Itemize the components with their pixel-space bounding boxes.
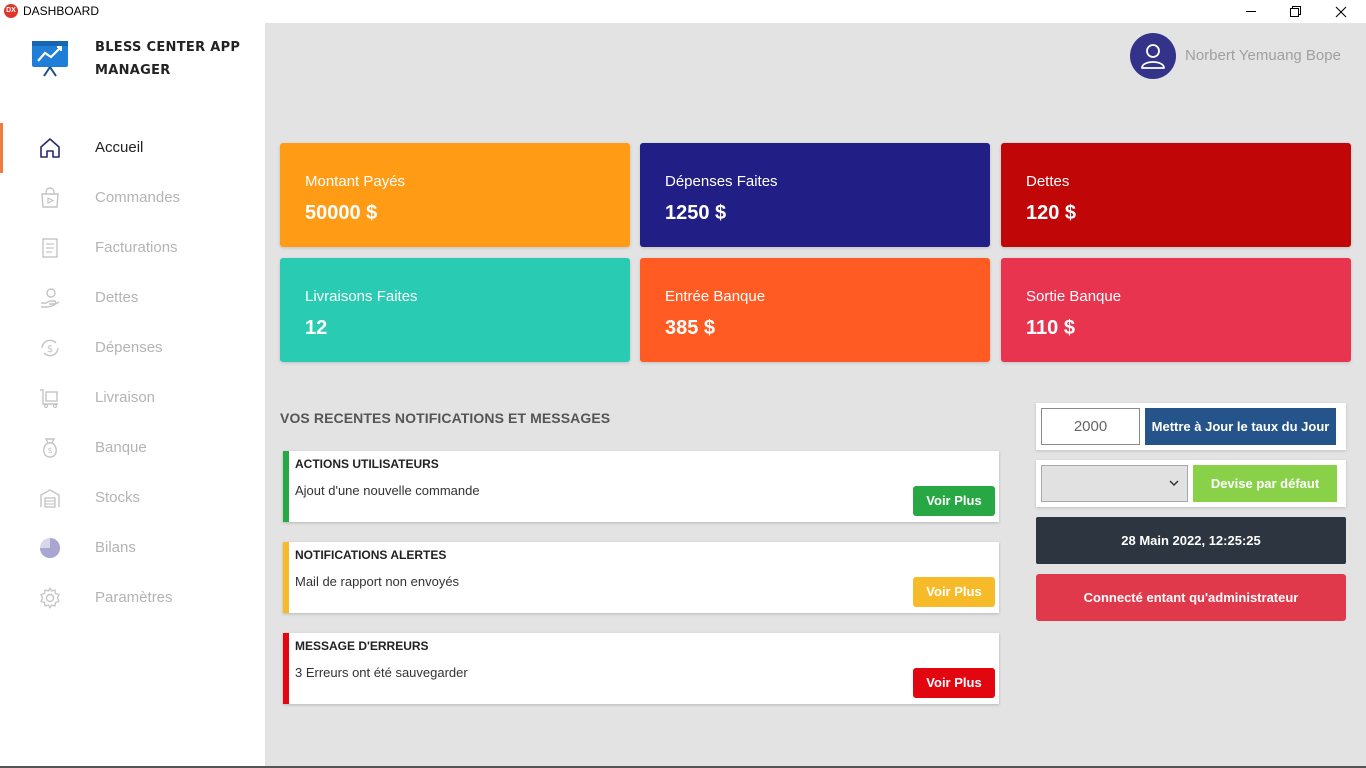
datetime-display: 28 Main 2022, 12:25:25 [1036, 517, 1346, 564]
svg-text:$: $ [47, 446, 52, 455]
user-icon [1141, 44, 1165, 69]
notification-title: MESSAGE D'ERREURS [295, 639, 429, 653]
notification-card-alertes: NOTIFICATIONS ALERTES Mail de rapport no… [283, 542, 999, 613]
stat-card-dettes[interactable]: Dettes 120 $ [1001, 143, 1351, 247]
stat-card-label: Montant Payés [305, 173, 406, 190]
bank-bag-icon: $ [38, 436, 62, 460]
voir-plus-button[interactable]: Voir Plus [913, 668, 995, 698]
currency-select[interactable] [1041, 465, 1188, 502]
sidebar-item-label: Banque [95, 439, 147, 456]
stat-card-label: Livraisons Faites [305, 288, 418, 305]
sidebar-item-accueil[interactable]: Accueil [0, 123, 265, 173]
hand-money-icon [38, 286, 62, 310]
stat-card-label: Dettes [1026, 173, 1070, 190]
notification-title: NOTIFICATIONS ALERTES [295, 548, 447, 562]
sidebar-item-depenses[interactable]: $ Dépenses [0, 323, 265, 373]
notification-card-actions: ACTIONS UTILISATEURS Ajout d'une nouvell… [283, 451, 999, 522]
sidebar-item-stocks[interactable]: Stocks [0, 473, 265, 523]
notifications-section-title: VOS RECENTES NOTIFICATIONS ET MESSAGES [280, 410, 611, 426]
sidebar-item-bilans[interactable]: Bilans [0, 523, 265, 573]
sidebar: BLESS CENTER APP MANAGER Accueil Command… [0, 23, 265, 768]
notification-color-bar [283, 633, 289, 704]
delivery-cart-icon [38, 386, 62, 410]
chart-board-icon [30, 38, 70, 78]
notification-title: ACTIONS UTILISATEURS [295, 457, 439, 471]
sidebar-item-facturations[interactable]: Facturations [0, 223, 265, 273]
stat-card-label: Sortie Banque [1026, 288, 1122, 305]
stat-card-value: 120 $ [1026, 202, 1077, 224]
close-icon[interactable] [1318, 0, 1364, 23]
home-icon [38, 136, 62, 160]
avatar[interactable] [1130, 33, 1176, 79]
default-currency-button[interactable]: Devise par défaut [1193, 465, 1337, 502]
chevron-down-icon [1169, 480, 1179, 487]
gear-icon [38, 586, 62, 610]
stat-card-value: 385 $ [665, 317, 716, 339]
sidebar-item-parametres[interactable]: Paramètres [0, 573, 265, 623]
notification-color-bar [283, 451, 289, 522]
sidebar-item-label: Stocks [95, 489, 141, 506]
update-rate-button[interactable]: Mettre à Jour le taux du Jour [1145, 408, 1336, 445]
stat-card-label: Entrée Banque [665, 288, 766, 305]
stat-card-label: Dépenses Faites [665, 173, 778, 190]
dollar-cycle-icon: $ [38, 336, 62, 360]
role-status-badge: Connecté entant qu'administrateur [1036, 574, 1346, 621]
sidebar-item-label: Dettes [95, 289, 139, 306]
notification-text: 3 Erreurs ont été sauvegarder [295, 665, 468, 680]
voir-plus-button[interactable]: Voir Plus [913, 486, 995, 516]
stat-card-sortie-banque[interactable]: Sortie Banque 110 $ [1001, 258, 1351, 362]
stat-card-montant-payes[interactable]: Montant Payés 50000 $ [280, 143, 630, 247]
app-logo-icon: DX [4, 4, 18, 18]
brand-name: BLESS CENTER APP MANAGER [95, 40, 241, 78]
notification-text: Mail de rapport non envoyés [295, 574, 460, 589]
notification-text: Ajout d'une nouvelle commande [295, 483, 480, 498]
exchange-rate-panel: Mettre à Jour le taux du Jour [1036, 403, 1346, 450]
stat-card-value: 50000 $ [305, 202, 378, 224]
exchange-rate-input[interactable] [1041, 408, 1140, 445]
svg-text:$: $ [47, 344, 53, 355]
stat-card-value: 1250 $ [665, 202, 727, 224]
user-name: Norbert Yemuang Bope [1185, 47, 1341, 64]
voir-plus-button[interactable]: Voir Plus [913, 577, 995, 607]
sidebar-item-label: Accueil [95, 139, 144, 156]
sidebar-item-label: Commandes [95, 189, 181, 206]
stat-card-entree-banque[interactable]: Entrée Banque 385 $ [640, 258, 990, 362]
sidebar-item-label: Dépenses [95, 339, 163, 356]
stat-card-value: 110 $ [1026, 317, 1075, 339]
pie-chart-icon [38, 536, 62, 560]
warehouse-icon [38, 486, 62, 510]
sidebar-item-banque[interactable]: $ Banque [0, 423, 265, 473]
stat-card-value: 12 [305, 317, 328, 339]
minimize-icon[interactable] [1228, 0, 1274, 23]
shopping-bag-icon [38, 186, 62, 210]
stat-card-depenses-faites[interactable]: Dépenses Faites 1250 $ [640, 143, 990, 247]
invoice-icon [38, 236, 62, 260]
sidebar-item-dettes[interactable]: Dettes [0, 273, 265, 323]
restore-icon[interactable] [1272, 0, 1318, 23]
window-titlebar: DX DASHBOARD [0, 0, 1366, 23]
notification-color-bar [283, 542, 289, 613]
sidebar-item-label: Bilans [95, 539, 136, 556]
sidebar-item-livraison[interactable]: Livraison [0, 373, 265, 423]
currency-panel: Devise par défaut [1036, 460, 1346, 507]
window-title: DASHBOARD [23, 4, 100, 18]
sidebar-item-label: Facturations [95, 239, 178, 256]
notification-card-erreurs: MESSAGE D'ERREURS 3 Erreurs ont été sauv… [283, 633, 999, 704]
sidebar-item-label: Livraison [95, 389, 156, 406]
active-indicator [0, 123, 3, 173]
sidebar-item-label: Paramètres [95, 589, 173, 606]
stat-card-livraisons-faites[interactable]: Livraisons Faites 12 [280, 258, 630, 362]
sidebar-item-commandes[interactable]: Commandes [0, 173, 265, 223]
